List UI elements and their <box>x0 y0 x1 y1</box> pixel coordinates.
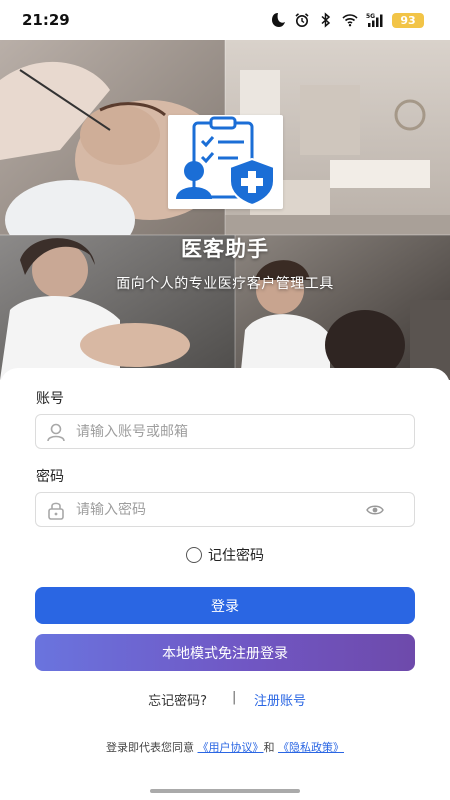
user-icon <box>47 423 65 441</box>
eye-icon[interactable] <box>366 501 384 519</box>
agreement-and: 和 <box>263 741 275 754</box>
user-agreement-link[interactable]: 《用户协议》 <box>198 741 264 754</box>
password-input[interactable] <box>76 501 336 518</box>
account-field[interactable] <box>35 414 415 449</box>
clipboard-shield-logo <box>176 116 275 207</box>
app-subtitle: 面向个人的专业医疗客户管理工具 <box>116 276 334 292</box>
wifi-icon <box>342 14 358 27</box>
account-links: 忘记密码? | 注册账号 <box>0 690 450 710</box>
forgot-password-link[interactable]: 忘记密码? <box>148 690 207 709</box>
account-label: 账号 <box>36 391 64 407</box>
status-icons: 5G 93 <box>270 12 424 28</box>
links-separator: | <box>232 690 237 705</box>
account-input[interactable] <box>76 423 336 440</box>
alarm-icon <box>295 13 309 27</box>
login-button[interactable]: 登录 <box>35 587 415 624</box>
app-title: 医客助手 <box>181 237 269 261</box>
hero-banner <box>0 40 450 380</box>
password-field[interactable] <box>35 492 415 527</box>
hero-photo-collage <box>0 40 450 380</box>
status-bar: 21:29 5G 93 <box>0 0 450 40</box>
lock-icon <box>48 502 64 520</box>
password-label: 密码 <box>36 469 64 485</box>
network-label: 5G <box>366 13 375 20</box>
privacy-policy-link[interactable]: 《隐私政策》 <box>278 741 344 754</box>
remember-label: 记住密码 <box>208 548 264 564</box>
bluetooth-icon <box>321 12 331 28</box>
app-logo <box>168 115 283 209</box>
moon-icon <box>272 13 285 27</box>
battery-indicator: 93 <box>392 12 424 28</box>
home-indicator[interactable] <box>150 789 300 793</box>
register-link[interactable]: 注册账号 <box>254 690 306 709</box>
agreement-text: 登录即代表您同意 《用户协议》和 《隐私政策》 <box>0 739 450 755</box>
remember-password[interactable]: 记住密码 <box>0 545 450 565</box>
local-mode-login-button[interactable]: 本地模式免注册登录 <box>35 634 415 671</box>
status-time: 21:29 <box>22 11 70 29</box>
signal-icon: 5G <box>366 13 383 27</box>
agreement-prefix: 登录即代表您同意 <box>106 741 194 754</box>
remember-checkbox[interactable] <box>186 547 202 563</box>
